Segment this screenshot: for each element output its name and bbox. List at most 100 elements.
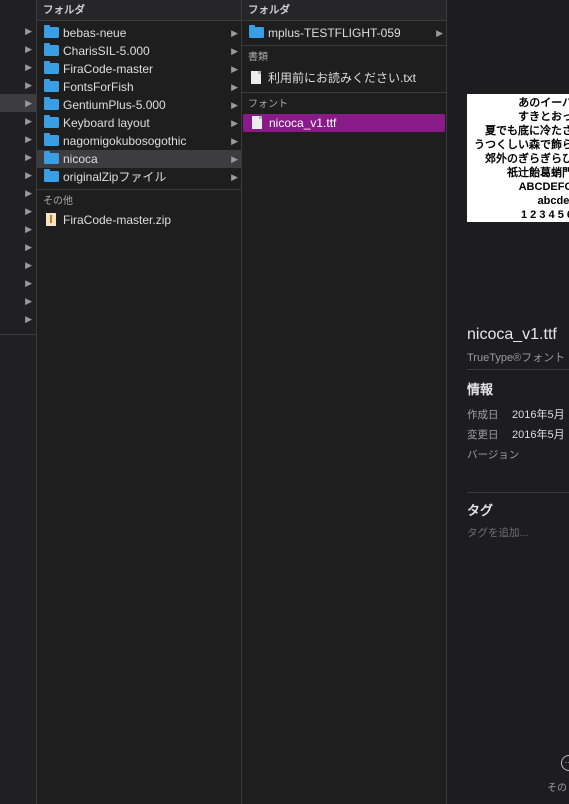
parent-row[interactable]: ▶: [0, 292, 36, 310]
folder-icon: [44, 169, 60, 183]
divider: [37, 189, 241, 190]
folder-icon: [249, 25, 265, 39]
parent-row[interactable]: ▶: [0, 238, 36, 256]
folder-label: bebas-neue: [63, 26, 127, 40]
folder-row[interactable]: FontsForFish ▶: [37, 78, 241, 96]
file-label: FiraCode-master.zip: [63, 213, 172, 227]
chevron-right-icon: ▶: [25, 26, 32, 36]
folder-icon: [44, 115, 60, 129]
chevron-right-icon: ▶: [25, 116, 32, 126]
folder-label: CharisSIL-5.000: [63, 44, 150, 58]
file-row[interactable]: FiraCode-master.zip: [37, 211, 241, 229]
folder-row-selected[interactable]: nicoca ▶: [37, 150, 241, 168]
parent-row[interactable]: ▶: [0, 58, 36, 76]
parent-row[interactable]: ▶: [0, 40, 36, 58]
text-file-icon: [249, 71, 265, 84]
sample-line: うつくしい森で飾ら: [474, 139, 569, 151]
parent-column: ▶ ▶ ▶ ▶ ▶ ▶ ▶ ▶ ▶ ▶ ▶ ▶ ▶ ▶ ▶ ▶ ▶: [0, 0, 37, 804]
modified-label: 変更日: [467, 429, 499, 441]
folder-label: nicoca: [63, 152, 98, 166]
chevron-right-icon: ▶: [25, 80, 32, 90]
parent-row[interactable]: ▶: [0, 274, 36, 292]
tags-input[interactable]: タグを追加...: [467, 525, 528, 540]
version-label: バージョン: [467, 449, 520, 461]
folder-row[interactable]: CharisSIL-5.000 ▶: [37, 42, 241, 60]
chevron-right-icon: ▶: [25, 62, 32, 72]
parent-row[interactable]: ▶: [0, 166, 36, 184]
folder-row[interactable]: GentiumPlus-5.000 ▶: [37, 96, 241, 114]
chevron-right-icon: ▶: [231, 82, 238, 92]
file-row[interactable]: 利用前にお読みください.txt: [242, 67, 446, 89]
created-value: 2016年5月: [512, 409, 565, 421]
preview-pane: あのイーハ すきとおっ 夏でも底に冷たさ うつくしい森で飾ら 郊外のぎらぎらひ …: [447, 0, 569, 804]
section-header-fonts: フォント: [248, 99, 288, 110]
parent-row-selected[interactable]: ▶: [0, 94, 36, 112]
chevron-right-icon: ▶: [25, 188, 32, 198]
chevron-right-icon: ▶: [231, 118, 238, 128]
chevron-right-icon: ▶: [231, 46, 238, 56]
folder-column-1: フォルダ bebas-neue ▶ CharisSIL-5.000 ▶ FiraCo…: [37, 0, 242, 804]
folder-icon: [44, 151, 60, 165]
folder-row[interactable]: mplus-TESTFLIGHT-059 ▶: [242, 24, 446, 42]
divider: [242, 45, 446, 46]
parent-row[interactable]: ▶: [0, 310, 36, 328]
parent-row[interactable]: ▶: [0, 148, 36, 166]
zip-file-icon: [44, 213, 60, 226]
chevron-right-icon: ▶: [25, 296, 32, 306]
sample-line: ABCDEFG: [518, 181, 569, 193]
folder-icon: [44, 97, 60, 111]
sample-line: あのイーハ: [518, 97, 569, 109]
font-file-row-highlighted[interactable]: nicoca_v1.ttf: [243, 114, 445, 132]
chevron-right-icon: ▶: [436, 28, 443, 38]
folder-row[interactable]: nagomigokubosogothic ▶: [37, 132, 241, 150]
parent-row[interactable]: ▶: [0, 220, 36, 238]
parent-row[interactable]: ▶: [0, 256, 36, 274]
folder-label: GentiumPlus-5.000: [63, 98, 166, 112]
tags-header: タグ: [467, 503, 494, 518]
column-header: フォルダ: [37, 0, 241, 21]
parent-row[interactable]: ▶: [0, 202, 36, 220]
sample-line: 1 2 3 4 5 6: [521, 209, 569, 221]
folder-row[interactable]: FiraCode-master ▶: [37, 60, 241, 78]
divider: [467, 492, 569, 493]
chevron-right-icon: ▶: [231, 172, 238, 182]
chevron-right-icon: ▶: [25, 134, 32, 144]
folder-column-2: フォルダ mplus-TESTFLIGHT-059 ▶ 書類 利用前にお読みくださ…: [242, 0, 447, 804]
chevron-right-icon: ▶: [25, 98, 32, 108]
folder-row[interactable]: bebas-neue ▶: [37, 24, 241, 42]
font-file-icon: [250, 116, 266, 129]
divider: [0, 334, 36, 335]
sample-line: abcdef: [537, 195, 569, 207]
chevron-right-icon: ▶: [231, 154, 238, 164]
parent-row[interactable]: ▶: [0, 22, 36, 40]
chevron-right-icon: ▶: [25, 260, 32, 270]
folder-label: mplus-TESTFLIGHT-059: [268, 26, 401, 40]
file-label: nicoca_v1.ttf: [269, 116, 337, 130]
parent-row[interactable]: ▶: [0, 130, 36, 148]
folder-label: Keyboard layout: [63, 116, 150, 130]
section-header-documents: 書類: [248, 52, 268, 63]
folder-icon: [44, 25, 60, 39]
folder-icon: [44, 133, 60, 147]
font-preview-thumbnail: あのイーハ すきとおっ 夏でも底に冷たさ うつくしい森で飾ら 郊外のぎらぎらひ …: [467, 94, 569, 222]
chevron-right-icon: ▶: [25, 44, 32, 54]
folder-label: FontsForFish: [63, 80, 134, 94]
more-icon[interactable]: ···: [561, 755, 569, 771]
chevron-right-icon: ▶: [25, 206, 32, 216]
chevron-right-icon: ▶: [25, 170, 32, 180]
folder-row[interactable]: Keyboard layout ▶: [37, 114, 241, 132]
created-label: 作成日: [467, 409, 499, 421]
chevron-right-icon: ▶: [231, 64, 238, 74]
chevron-right-icon: ▶: [25, 242, 32, 252]
folder-row[interactable]: originalZipファイル ▶: [37, 168, 241, 186]
parent-row[interactable]: ▶: [0, 112, 36, 130]
chevron-right-icon: ▶: [25, 278, 32, 288]
parent-row[interactable]: ▶: [0, 184, 36, 202]
chevron-right-icon: ▶: [231, 100, 238, 110]
sample-line: すきとおっ: [518, 111, 569, 123]
folder-label: originalZipファイル: [63, 170, 167, 184]
chevron-right-icon: ▶: [25, 224, 32, 234]
parent-row[interactable]: ▶: [0, 76, 36, 94]
file-label: 利用前にお読みください.txt: [268, 71, 417, 85]
chevron-right-icon: ▶: [25, 314, 32, 324]
